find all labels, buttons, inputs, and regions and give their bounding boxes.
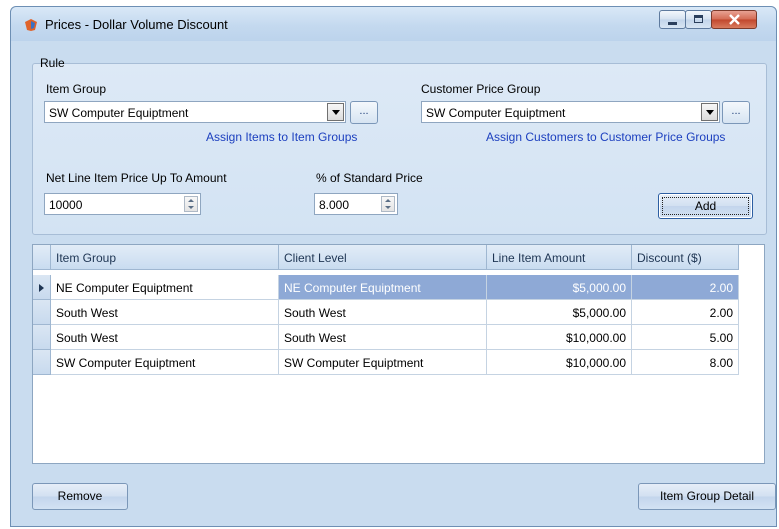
table-cell[interactable]: 8.00 — [632, 350, 739, 375]
assign-customers-link[interactable]: Assign Customers to Customer Price Group… — [486, 130, 725, 144]
customer-price-group-combo[interactable]: SW Computer Equiptment — [421, 101, 720, 123]
item-group-detail-button-label: Item Group Detail — [659, 489, 755, 503]
table-cell[interactable]: 2.00 — [632, 275, 739, 300]
col-header-client-level[interactable]: Client Level — [279, 245, 487, 270]
close-icon — [729, 14, 740, 25]
grid-corner — [33, 245, 51, 270]
chevron-down-icon[interactable] — [701, 103, 718, 121]
row-header[interactable] — [33, 325, 51, 350]
table-cell[interactable]: 2.00 — [632, 300, 739, 325]
net-line-amount-input[interactable]: 10000 — [44, 193, 201, 215]
net-line-value: 10000 — [49, 198, 83, 212]
table-cell[interactable]: $10,000.00 — [487, 350, 632, 375]
minimize-icon — [668, 22, 677, 25]
window-title: Prices - Dollar Volume Discount — [45, 17, 228, 32]
pct-standard-price-input[interactable]: 8.000 — [314, 193, 398, 215]
table-cell[interactable]: South West — [51, 300, 279, 325]
spinner-icon[interactable] — [184, 196, 198, 212]
table-cell[interactable]: SW Computer Equiptment — [279, 350, 487, 375]
minimize-button[interactable] — [659, 10, 686, 29]
item-group-browse-button[interactable]: ... — [350, 101, 378, 124]
table-cell[interactable]: $10,000.00 — [487, 325, 632, 350]
item-group-value: SW Computer Equiptment — [49, 106, 189, 120]
net-line-label: Net Line Item Price Up To Amount — [46, 171, 227, 185]
item-group-label: Item Group — [46, 82, 107, 96]
table-cell[interactable]: NE Computer Equiptment — [279, 275, 487, 300]
col-header-item-group[interactable]: Item Group — [51, 245, 279, 270]
table-cell[interactable]: South West — [279, 325, 487, 350]
maximize-icon — [694, 15, 703, 23]
row-header[interactable] — [33, 350, 51, 375]
customer-price-group-browse-button[interactable]: ... — [722, 101, 750, 124]
col-header-line-item-amount[interactable]: Line Item Amount — [487, 245, 632, 270]
row-header[interactable] — [33, 275, 51, 300]
table-cell[interactable]: South West — [51, 325, 279, 350]
pct-value: 8.000 — [319, 198, 350, 212]
close-button[interactable] — [711, 10, 757, 29]
chevron-down-icon[interactable] — [327, 103, 344, 121]
item-group-combo[interactable]: SW Computer Equiptment — [44, 101, 346, 123]
remove-button[interactable]: Remove — [32, 483, 128, 510]
rule-legend: Rule — [40, 56, 65, 70]
remove-button-label: Remove — [57, 489, 103, 503]
customer-price-group-value: SW Computer Equiptment — [426, 106, 566, 120]
row-header[interactable] — [33, 300, 51, 325]
pct-standard-price-label: % of Standard Price — [316, 171, 423, 185]
title-bar[interactable]: Prices - Dollar Volume Discount — [11, 7, 776, 41]
table-cell[interactable]: $5,000.00 — [487, 275, 632, 300]
add-button[interactable]: Add — [658, 193, 753, 219]
item-group-detail-button[interactable]: Item Group Detail — [638, 483, 776, 510]
discount-grid[interactable]: Item Group Client Level Line Item Amount… — [32, 244, 765, 464]
table-cell[interactable]: SW Computer Equiptment — [51, 350, 279, 375]
table-cell[interactable]: 5.00 — [632, 325, 739, 350]
app-shield-icon — [25, 19, 37, 31]
spinner-icon[interactable] — [381, 196, 395, 212]
table-cell[interactable]: South West — [279, 300, 487, 325]
table-cell[interactable]: $5,000.00 — [487, 300, 632, 325]
customer-price-group-label: Customer Price Group — [421, 82, 541, 96]
table-cell[interactable]: NE Computer Equiptment — [51, 275, 279, 300]
current-row-icon — [39, 284, 44, 292]
maximize-button[interactable] — [685, 10, 712, 29]
assign-items-link[interactable]: Assign Items to Item Groups — [206, 130, 357, 144]
col-header-discount[interactable]: Discount ($) — [632, 245, 739, 270]
